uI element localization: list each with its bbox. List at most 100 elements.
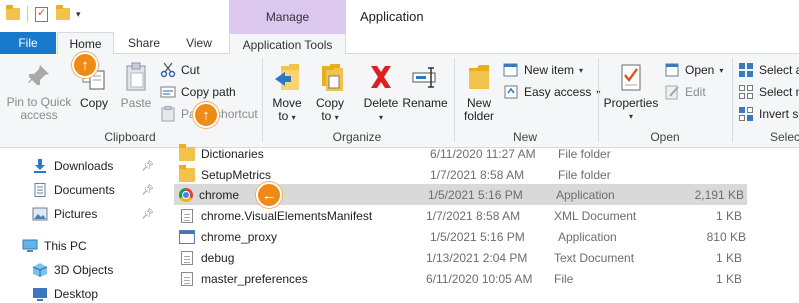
nav-item-label: Documents: [54, 183, 115, 197]
file-name: chrome.VisualElementsManifest: [201, 208, 373, 223]
rename-label: Rename: [402, 96, 448, 110]
nav-item-this-pc[interactable]: This PC: [0, 235, 170, 257]
properties-icon: [619, 62, 643, 92]
file-row-setupmetrics[interactable]: SetupMetrics 1/7/2021 8:58 AM File folde…: [174, 164, 747, 185]
nav-item-documents[interactable]: Documents 📌︎: [0, 179, 170, 201]
cut-button[interactable]: Cut: [160, 60, 200, 80]
pin-icon[interactable]: 📌︎: [141, 161, 154, 172]
nav-item-downloads[interactable]: Downloads 📌︎: [0, 155, 170, 177]
ribbon: Pin to Quick access Copy Paste Cut Copy …: [0, 54, 799, 148]
file-size: 2,191 KB: [694, 187, 744, 202]
file-type: File: [554, 271, 574, 286]
file-type: File folder: [558, 167, 611, 182]
new-item-label: New item: [524, 63, 575, 77]
file-type: Application: [558, 229, 617, 244]
new-folder-icon[interactable]: [56, 5, 70, 20]
toolbar-separator: [27, 6, 28, 22]
file-name: chrome_proxy: [201, 229, 278, 244]
nav-item-label: Pictures: [54, 207, 98, 221]
rename-button[interactable]: Rename: [402, 62, 448, 110]
move-to-label-line2: to ▾: [268, 110, 306, 124]
properties-label: Properties: [603, 96, 659, 110]
file-name: chrome: [199, 187, 240, 202]
pin-icon[interactable]: 📌︎: [141, 185, 154, 196]
tab-file[interactable]: File: [0, 32, 56, 55]
nav-item-pictures[interactable]: Pictures 📌︎: [0, 203, 170, 225]
ribbon-tabs: File Home Share View Application Tools: [0, 32, 799, 55]
folder-icon[interactable]: [6, 5, 20, 20]
file-size: 1 KB: [715, 208, 742, 223]
properties-button[interactable]: Properties ▾: [602, 62, 660, 123]
delete-label-text: Delete: [363, 96, 399, 110]
new-folder-button[interactable]: New folder: [458, 62, 500, 123]
copy-to-label-line2: to ▾: [310, 110, 350, 124]
file-type: File folder: [558, 146, 611, 161]
delete-button[interactable]: Delete ▾: [360, 62, 402, 124]
pin-icon[interactable]: 📌︎: [141, 209, 154, 220]
properties-icon[interactable]: [35, 6, 48, 22]
open-label: Open: [685, 63, 715, 77]
file-size: 1 KB: [715, 250, 742, 265]
file-row-debug[interactable]: debug 1/13/2021 2:04 PM Text Document 1 …: [174, 247, 747, 268]
application-icon: [179, 229, 195, 244]
computer-icon: [22, 239, 38, 253]
file-date: 1/7/2021 8:58 AM: [430, 167, 525, 182]
copy-path-button[interactable]: Copy path: [160, 82, 236, 102]
nav-item-label: Downloads: [54, 159, 114, 173]
new-item-button[interactable]: New item ▾: [503, 60, 583, 80]
document-icon: [181, 250, 193, 265]
edit-pencil-icon: [664, 84, 680, 100]
copy-highlight-arrow-icon: ↑: [72, 52, 98, 78]
select-all-button[interactable]: Select al: [738, 60, 799, 80]
chevron-down-icon: ▾: [291, 113, 296, 122]
file-row-master-preferences[interactable]: master_preferences 6/11/2020 10:05 AM Fi…: [174, 268, 747, 289]
cube-icon: [32, 263, 48, 277]
delete-label: Delete ▾: [360, 97, 402, 124]
file-date: 6/11/2020 11:27 AM: [430, 146, 536, 161]
group-separator: [262, 58, 263, 142]
folder-icon: [179, 143, 195, 161]
copy-to-label-line2-text: to: [321, 109, 332, 123]
tab-application-tools[interactable]: Application Tools: [229, 32, 346, 55]
paste-button[interactable]: Paste: [116, 62, 156, 110]
nav-item-label: Desktop: [54, 287, 99, 301]
file-date: 1/7/2021 8:58 AM: [426, 208, 521, 223]
new-folder-label-line2: folder: [463, 109, 495, 123]
tab-view[interactable]: View: [174, 32, 224, 55]
file-size: 810 KB: [706, 229, 746, 244]
customize-toolbar-dropdown-icon[interactable]: ▾: [76, 9, 81, 20]
file-type: Application: [556, 187, 615, 202]
paste-shortcut-highlight-arrow-icon: ↑: [193, 102, 219, 128]
copy-path-label: Copy path: [181, 85, 236, 99]
file-row-dictionaries[interactable]: Dictionaries 6/11/2020 11:27 AM File fol…: [174, 143, 747, 164]
clipboard-group-label: Clipboard: [104, 130, 156, 144]
edit-button[interactable]: Edit: [664, 82, 706, 102]
group-separator: [598, 58, 599, 142]
file-list: Dictionaries 6/11/2020 11:27 AM File fol…: [170, 142, 799, 303]
file-name: debug: [201, 250, 235, 265]
open-button[interactable]: Open ▾: [664, 60, 723, 80]
group-separator: [732, 58, 733, 142]
pin-to-quick-access-button[interactable]: Pin to Quick access: [4, 64, 74, 122]
move-to-button[interactable]: Move to ▾: [268, 62, 306, 124]
move-to-label-line2-text: to: [278, 109, 289, 123]
nav-item-3d-objects[interactable]: 3D Objects: [0, 259, 170, 281]
copy-to-button[interactable]: Copy to ▾: [310, 62, 350, 124]
easy-access-button[interactable]: Easy access ▾: [503, 82, 600, 102]
easy-access-label: Easy access: [524, 85, 592, 99]
tab-share[interactable]: Share: [118, 32, 170, 55]
chrome-icon: [179, 187, 193, 202]
file-row-chrome-proxy[interactable]: chrome_proxy 1/5/2021 5:16 PM Applicatio…: [174, 226, 747, 247]
nav-item-label: 3D Objects: [54, 263, 114, 277]
chevron-down-icon: ▾: [579, 65, 584, 75]
select-none-button[interactable]: Select n: [738, 82, 799, 102]
file-row-chrome-visualelementsmanifest[interactable]: chrome.VisualElementsManifest 1/7/2021 8…: [174, 205, 747, 226]
invert-selection-button[interactable]: Invert se: [738, 104, 799, 124]
select-all-icon: [738, 62, 754, 78]
chrome-highlight-arrow-icon: ←: [256, 182, 282, 208]
select-none-icon: [738, 84, 754, 100]
pin-icon: [27, 64, 51, 90]
nav-item-desktop[interactable]: Desktop: [0, 283, 170, 303]
file-name: Dictionaries: [201, 146, 264, 161]
file-name: SetupMetrics: [201, 167, 272, 182]
